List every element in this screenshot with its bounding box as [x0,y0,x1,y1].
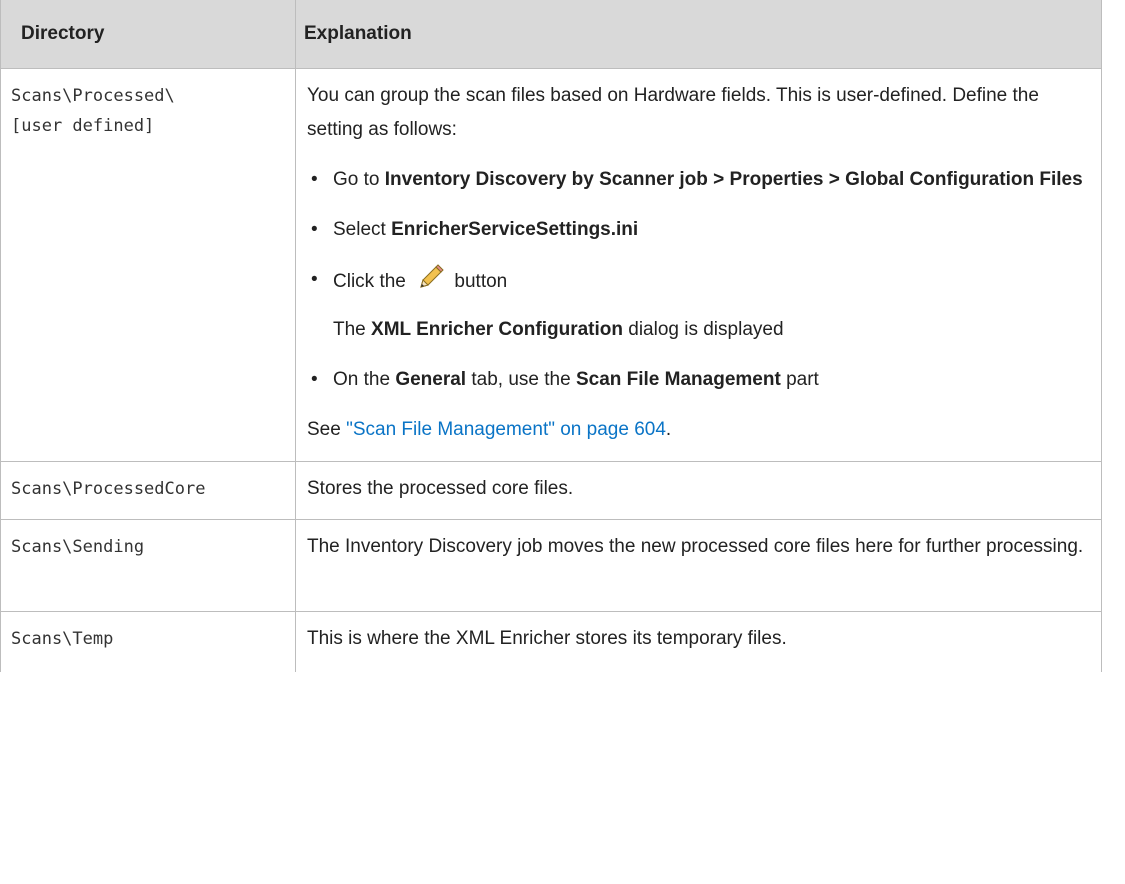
explanation-cell: The Inventory Discovery job moves the ne… [295,519,1102,612]
directory-cell: Scans\Processed\ [user defined] [0,68,296,462]
directory-cell: Scans\Sending [0,519,296,612]
bullet-dot: • [311,169,318,190]
directory-cell: Scans\Temp [0,611,296,672]
step2-text: Select [333,219,392,240]
step1-bold: Inventory Discovery by Scanner job > Pro… [384,169,1083,190]
step3-text: Click the [333,271,412,292]
directory-path-line2: [user defined] [11,116,155,136]
header-directory: Directory [0,0,296,69]
list-item: • On the General tab, use the Scan File … [307,363,1089,397]
table-row: Scans\Sending The Inventory Discovery jo… [0,519,1102,612]
explanation-cell: This is where the XML Enricher stores it… [295,611,1102,672]
dialog-note: The XML Enricher Configuration dialog is… [333,319,784,340]
bullet-dot: • [311,219,318,240]
scan-file-management-link[interactable]: "Scan File Management" on page 604 [346,419,666,440]
bullet-dot: • [311,369,318,390]
bullet-dot: • [311,269,318,290]
list-item: • Select EnricherServiceSettings.ini [307,213,1089,247]
directory-cell: Scans\ProcessedCore [0,461,296,520]
directory-path-line1: Scans\Processed\ [11,86,175,106]
header-explanation: Explanation [295,0,1102,69]
list-item: • Click the button [307,263,1089,299]
table-header-row: Directory Explanation [0,0,1102,69]
step1-text: Go to [333,169,385,190]
intro-text: You can group the scan files based on Ha… [307,85,1039,140]
steps-list-continued: • On the General tab, use the Scan File … [307,363,1089,397]
table-row: Scans\ProcessedCore Stores the processed… [0,461,1102,520]
table-row: Scans\Temp This is where the XML Enriche… [0,611,1102,672]
table-row: Scans\Processed\ [user defined] You can g… [0,68,1102,462]
list-item: • Go to Inventory Discovery by Scanner j… [307,163,1089,197]
pencil-icon [420,264,444,288]
step3-text-post: button [449,271,508,292]
see-also: See "Scan File Management" on page 604. [307,419,672,440]
explanation-cell: You can group the scan files based on Ha… [295,68,1102,462]
explanation-cell: Stores the processed core files. [295,461,1102,520]
directory-table: Directory Explanation Scans\Processed\ [u… [0,0,1102,672]
step2-bold: EnricherServiceSettings.ini [391,219,639,240]
steps-list: • Go to Inventory Discovery by Scanner j… [307,163,1089,299]
